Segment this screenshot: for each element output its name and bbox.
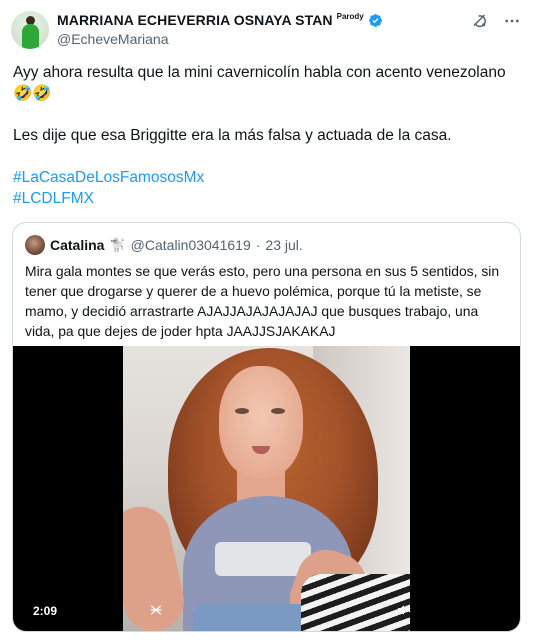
quoted-date[interactable]: 23 jul. [265, 237, 302, 253]
verified-badge-icon[interactable] [368, 13, 383, 28]
frame-pillow [301, 574, 410, 631]
name-row: MARRIANA ECHEVERRIA OSNAYA STAN Parody [57, 12, 521, 28]
avatar-figure-body [22, 24, 39, 49]
more-icon[interactable] [503, 12, 521, 30]
tweet-line-1-text: Ayy ahora resulta que la mini cavernicol… [13, 64, 506, 81]
hashtag-link[interactable]: #LCDLFMX [13, 188, 518, 209]
hashtag-link[interactable]: #LaCasaDeLosFamososMx [13, 167, 518, 188]
frame-eye [235, 408, 249, 414]
tweet-header: MARRIANA ECHEVERRIA OSNAYA STAN Parody @… [57, 12, 521, 50]
tweet-text: Ayy ahora resulta que la mini cavernicol… [13, 62, 518, 209]
video-player[interactable]: 2:09 [13, 346, 520, 631]
tweet-line-1: Ayy ahora resulta que la mini cavernicol… [13, 62, 518, 104]
quoted-tweet[interactable]: Catalina 🐩 @Catalin03041619 · 23 jul. Mi… [12, 222, 521, 632]
quoted-tweet-header: Catalina 🐩 @Catalin03041619 · 23 jul. [25, 234, 508, 256]
frame-face [219, 366, 303, 478]
quoted-avatar[interactable] [25, 235, 45, 255]
rofl-emoji: 🤣🤣 [13, 85, 52, 102]
quoted-handle[interactable]: @Catalin03041619 [131, 237, 251, 253]
playback-icon[interactable] [149, 603, 163, 617]
avatar[interactable] [11, 11, 49, 49]
separator-dot: · [255, 237, 261, 253]
mute-icon[interactable] [396, 602, 412, 618]
header-actions [471, 12, 521, 30]
parody-label: Parody [336, 11, 364, 21]
frame-mouth [252, 446, 270, 454]
author-handle[interactable]: @EcheveMariana [57, 31, 521, 47]
frame-eye [271, 408, 285, 414]
quoted-display-name[interactable]: Catalina [50, 237, 104, 253]
frame-shirt-print [215, 542, 311, 576]
video-duration: 2:09 [33, 604, 58, 618]
display-name[interactable]: MARRIANA ECHEVERRIA OSNAYA STAN [57, 12, 333, 28]
video-frame [123, 346, 410, 631]
poodle-emoji: 🐩 [109, 237, 126, 252]
tweet-line-2: Les dije que esa Briggitte era la más fa… [13, 127, 452, 144]
quoted-tweet-text: Mira gala montes se que verás esto, pero… [25, 263, 500, 339]
grok-icon[interactable] [471, 12, 489, 30]
tweet: MARRIANA ECHEVERRIA OSNAYA STAN Parody @… [0, 0, 535, 641]
